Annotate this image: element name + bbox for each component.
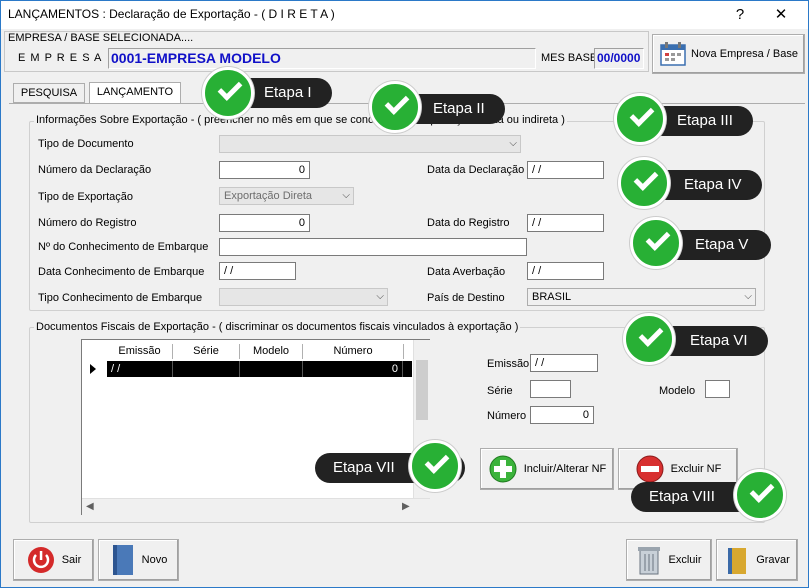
numero-registro-input[interactable]: 0 (219, 214, 310, 232)
window-title: LANÇAMENTOS : Declaração de Exportação -… (8, 7, 335, 21)
checkmark-icon (623, 313, 675, 365)
tipo-documento-select[interactable]: ⌵ (219, 135, 521, 153)
main-window: LANÇAMENTOS : Declaração de Exportação -… (0, 0, 809, 588)
empresa-value: 0001-EMPRESA MODELO (108, 48, 536, 69)
tipo-exportacao-label: Tipo de Exportação (38, 191, 133, 203)
table-row[interactable]: / / 0 (107, 361, 412, 377)
nf-serie-input[interactable] (530, 380, 571, 398)
checkmark-icon (618, 157, 670, 209)
numero-registro-label: Número do Registro (38, 217, 137, 229)
nova-empresa-button[interactable]: Nova Empresa / Base (652, 34, 805, 74)
save-book-icon (728, 548, 747, 574)
plus-icon (489, 455, 517, 483)
data-declaracao-label: Data da Declaração (427, 164, 525, 176)
power-icon (27, 547, 54, 573)
checkmark-icon (202, 67, 254, 119)
empresa-panel: EMPRESA / BASE SELECIONADA.... E M P R E… (4, 31, 649, 72)
checkmark-icon (614, 93, 666, 145)
grid-header-numero[interactable]: Número (303, 344, 404, 359)
trash-icon (638, 547, 661, 575)
nf-modelo-input[interactable] (705, 380, 730, 398)
tipo-exportacao-value: Exportação Direta (224, 190, 313, 202)
sair-button[interactable]: Sair (13, 539, 94, 581)
tipo-documento-label: Tipo de Documento (38, 138, 134, 150)
excluir-label: Excluir (668, 554, 702, 566)
novo-label: Novo (141, 554, 168, 566)
tipo-exportacao-select[interactable]: Exportação Direta ⌵ (219, 187, 354, 205)
docs-group-title: Documentos Fiscais de Exportação - ( dis… (34, 321, 521, 333)
excluir-button[interactable]: Excluir (626, 539, 712, 581)
nf-numero-input[interactable]: 0 (530, 406, 594, 424)
tab-lancamento[interactable]: LANÇAMENTO (89, 82, 181, 104)
nf-grid[interactable]: Emissão Série Modelo Número / / 0 ◀ ▶ (81, 339, 430, 515)
mes-base-value: 00/0000 (594, 48, 644, 69)
gravar-label: Gravar (756, 554, 790, 566)
sair-label: Sair (61, 554, 82, 566)
data-conhecimento-input[interactable]: / / (219, 262, 296, 280)
numero-declaracao-input[interactable]: 0 (219, 161, 310, 179)
calendar-icon (660, 42, 686, 66)
checkmark-icon (630, 217, 682, 269)
close-button[interactable]: ✕ (766, 4, 796, 26)
excluir-nf-label: Excluir NF (670, 463, 722, 475)
tipo-conhecimento-label: Tipo Conhecimento de Embarque (38, 292, 203, 304)
cell-numero: 0 (303, 361, 403, 377)
nf-serie-label: Série (487, 385, 513, 397)
nf-emissao-label: Emissão (487, 358, 530, 370)
tab-pesquisa[interactable]: PESQUISA (13, 83, 85, 103)
chevron-down-icon: ⌵ (509, 138, 517, 149)
title-bar: LANÇAMENTOS : Declaração de Exportação -… (1, 1, 808, 29)
tipo-conhecimento-select[interactable]: ⌵ (219, 288, 388, 306)
empresa-header-label: EMPRESA / BASE SELECIONADA.... (8, 32, 194, 44)
checkmark-icon (369, 81, 421, 133)
checkmark-icon (409, 440, 461, 492)
data-declaracao-input[interactable]: / / (527, 161, 604, 179)
minus-icon (636, 455, 664, 483)
nova-empresa-label: Nova Empresa / Base (691, 48, 798, 60)
data-averbacao-label: Data Averbação (427, 266, 506, 278)
chevron-down-icon: ⌵ (376, 291, 384, 302)
row-indicator-icon (90, 364, 96, 374)
grid-header-serie[interactable]: Série (173, 344, 240, 359)
pais-destino-value: BRASIL (532, 291, 572, 303)
scroll-left-icon[interactable]: ◀ (86, 501, 94, 512)
conhecimento-label: Nº do Conhecimento de Embarque (38, 241, 209, 253)
book-icon (112, 545, 133, 575)
scroll-right-icon[interactable]: ▶ (402, 501, 410, 512)
help-button[interactable]: ? (725, 4, 755, 26)
numero-declaracao-label: Número da Declaração (38, 164, 152, 176)
nf-numero-label: Número (487, 410, 527, 422)
conhecimento-input[interactable] (219, 238, 527, 256)
horizontal-scrollbar[interactable]: ◀ ▶ (82, 498, 430, 515)
chevron-down-icon: ⌵ (342, 190, 350, 201)
data-registro-label: Data do Registro (427, 217, 510, 229)
nf-modelo-label: Modelo (659, 385, 696, 397)
checkmark-icon (734, 469, 786, 521)
novo-button[interactable]: Novo (98, 539, 179, 581)
grid-header-emissao[interactable]: Emissão (107, 344, 173, 359)
pais-destino-select[interactable]: BRASIL ⌵ (527, 288, 756, 306)
pais-destino-label: País de Destino (427, 292, 505, 304)
scrollbar-thumb[interactable] (416, 360, 428, 420)
incluir-nf-button[interactable]: Incluir/Alterar NF (480, 448, 614, 490)
data-conhecimento-label: Data Conhecimento de Embarque (38, 266, 205, 278)
nf-emissao-input[interactable]: / / (530, 354, 598, 372)
mes-base-label: MES BASE (541, 52, 598, 64)
empresa-label: E M P R E S A (18, 52, 103, 64)
grid-header-modelo[interactable]: Modelo (240, 344, 303, 359)
incluir-nf-label: Incluir/Alterar NF (523, 463, 607, 475)
chevron-down-icon: ⌵ (744, 291, 752, 302)
cell-emissao: / / (107, 361, 173, 377)
data-registro-input[interactable]: / / (527, 214, 604, 232)
data-averbacao-input[interactable]: / / (527, 262, 604, 280)
cell-serie (173, 361, 240, 377)
gravar-button[interactable]: Gravar (716, 539, 798, 581)
cell-modelo (240, 361, 303, 377)
